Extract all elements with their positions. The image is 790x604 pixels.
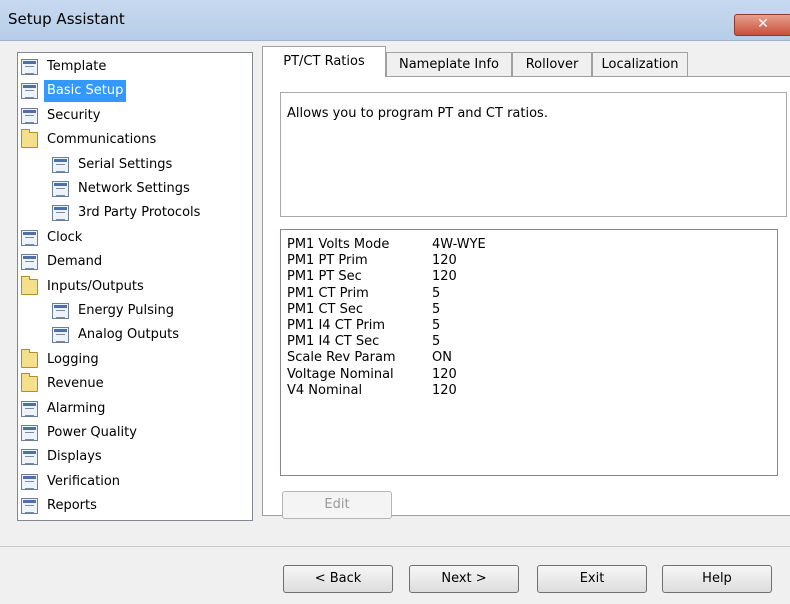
folder-icon [21, 129, 38, 149]
help-button[interactable]: Help [662, 565, 772, 593]
tree-item-label: Network Settings [78, 181, 190, 196]
document-icon [21, 59, 38, 75]
tree-item-label: Verification [47, 473, 121, 489]
exit-button-label: Exit [579, 571, 605, 586]
document-icon [52, 181, 69, 197]
parameter-value: 120 [432, 382, 457, 398]
parameter-name: PM1 PT Prim [287, 253, 368, 269]
title-bar: Setup Assistant ✕ [0, 0, 790, 41]
window-title: Setup Assistant [8, 10, 125, 28]
description-box: Allows you to program PT and CT ratios. [280, 92, 787, 217]
tree-item-label: Power Quality [47, 425, 137, 440]
parameter-value: 5 [432, 301, 441, 317]
tree-item-label: Template [47, 59, 107, 74]
folder-icon [21, 275, 38, 295]
tree-item-label: Revenue [47, 376, 104, 392]
tree-item-label: Inputs/Outputs [47, 278, 144, 294]
parameter-value: 5 [432, 318, 441, 333]
tree-item-label: Communications [47, 132, 157, 148]
setup-assistant-window: Setup Assistant ✕ Template Basic Setup Sec… [0, 0, 790, 604]
document-icon [21, 498, 38, 515]
tree-item-label: 3rd Party Protocols [78, 205, 201, 221]
parameter-name: Voltage Nominal [287, 366, 394, 382]
parameter-value: ON [432, 350, 452, 366]
tree-item-label: Displays [47, 449, 102, 465]
tab-rollover[interactable]: Rollover [512, 52, 592, 76]
document-icon [21, 425, 38, 441]
tree-item-label: Logging [47, 351, 99, 367]
document-icon [52, 205, 69, 222]
document-icon [52, 327, 69, 344]
back-button[interactable]: < Back [283, 565, 393, 593]
tree-item-label: Basic Setup [44, 80, 127, 103]
document-icon [52, 303, 69, 319]
parameter-name: PM1 I4 CT Sec [287, 334, 380, 350]
document-icon [21, 229, 38, 246]
bottom-separator [0, 546, 790, 547]
next-button[interactable]: Next > [409, 565, 519, 593]
navigation-tree[interactable]: Template Basic Setup Security Communication… [17, 52, 253, 521]
parameter-name: PM1 Volts Mode [287, 237, 390, 252]
tree-item-label: Alarming [47, 400, 106, 416]
tree-item-label: Demand [47, 254, 103, 270]
edit-button[interactable]: Edit [282, 491, 392, 519]
document-icon [21, 400, 38, 417]
document-icon [52, 156, 69, 173]
parameter-value: 120 [432, 253, 457, 269]
description-text: Allows you to program PT and CT ratios. [287, 106, 548, 121]
parameter-name: PM1 CT Prim [287, 285, 369, 301]
help-button-label: Help [702, 571, 732, 586]
parameter-name: PM1 I4 CT Prim [287, 318, 386, 333]
tree-item-label: Analog Outputs [78, 327, 179, 343]
edit-button-label: Edit [324, 497, 350, 512]
tab-pt-ct-ratios[interactable]: PT/CT Ratios [262, 46, 386, 77]
parameter-name: PM1 PT Sec [287, 269, 362, 285]
parameter-name: V4 Nominal [287, 382, 363, 398]
tree-item-label: Security [47, 107, 101, 123]
back-button-label: < Back [314, 571, 362, 586]
next-button-label: Next > [441, 571, 487, 586]
document-icon [21, 254, 38, 271]
document-icon [21, 473, 38, 490]
document-icon [21, 83, 38, 100]
parameter-value: 120 [432, 366, 457, 382]
close-icon: ✕ [757, 16, 769, 32]
folder-icon [21, 348, 38, 368]
parameter-value: 4W-WYE [432, 237, 486, 252]
tree-item-label: Energy Pulsing [78, 303, 174, 318]
parameter-name: Scale Rev Param [287, 350, 396, 366]
parameter-value: 5 [432, 334, 441, 350]
tree-item-label: Serial Settings [78, 156, 173, 172]
document-icon [21, 107, 38, 124]
tree-item-label: Clock [47, 229, 83, 245]
parameter-value: 120 [432, 269, 457, 285]
folder-icon [21, 373, 38, 393]
tree-item-label: Reports [47, 498, 97, 514]
parameter-name: PM1 CT Sec [287, 301, 364, 317]
tab-nameplate-info[interactable]: Nameplate Info [386, 52, 512, 76]
parameter-value: 5 [432, 285, 441, 301]
parameter-list[interactable]: PM1 Volts Mode 4W-WYE PM1 PT Prim 120 PM1 PT… [280, 229, 778, 476]
exit-button[interactable]: Exit [537, 565, 647, 593]
document-icon [21, 449, 38, 466]
tab-localization[interactable]: Localization [592, 52, 688, 76]
close-button[interactable]: ✕ [734, 14, 790, 36]
